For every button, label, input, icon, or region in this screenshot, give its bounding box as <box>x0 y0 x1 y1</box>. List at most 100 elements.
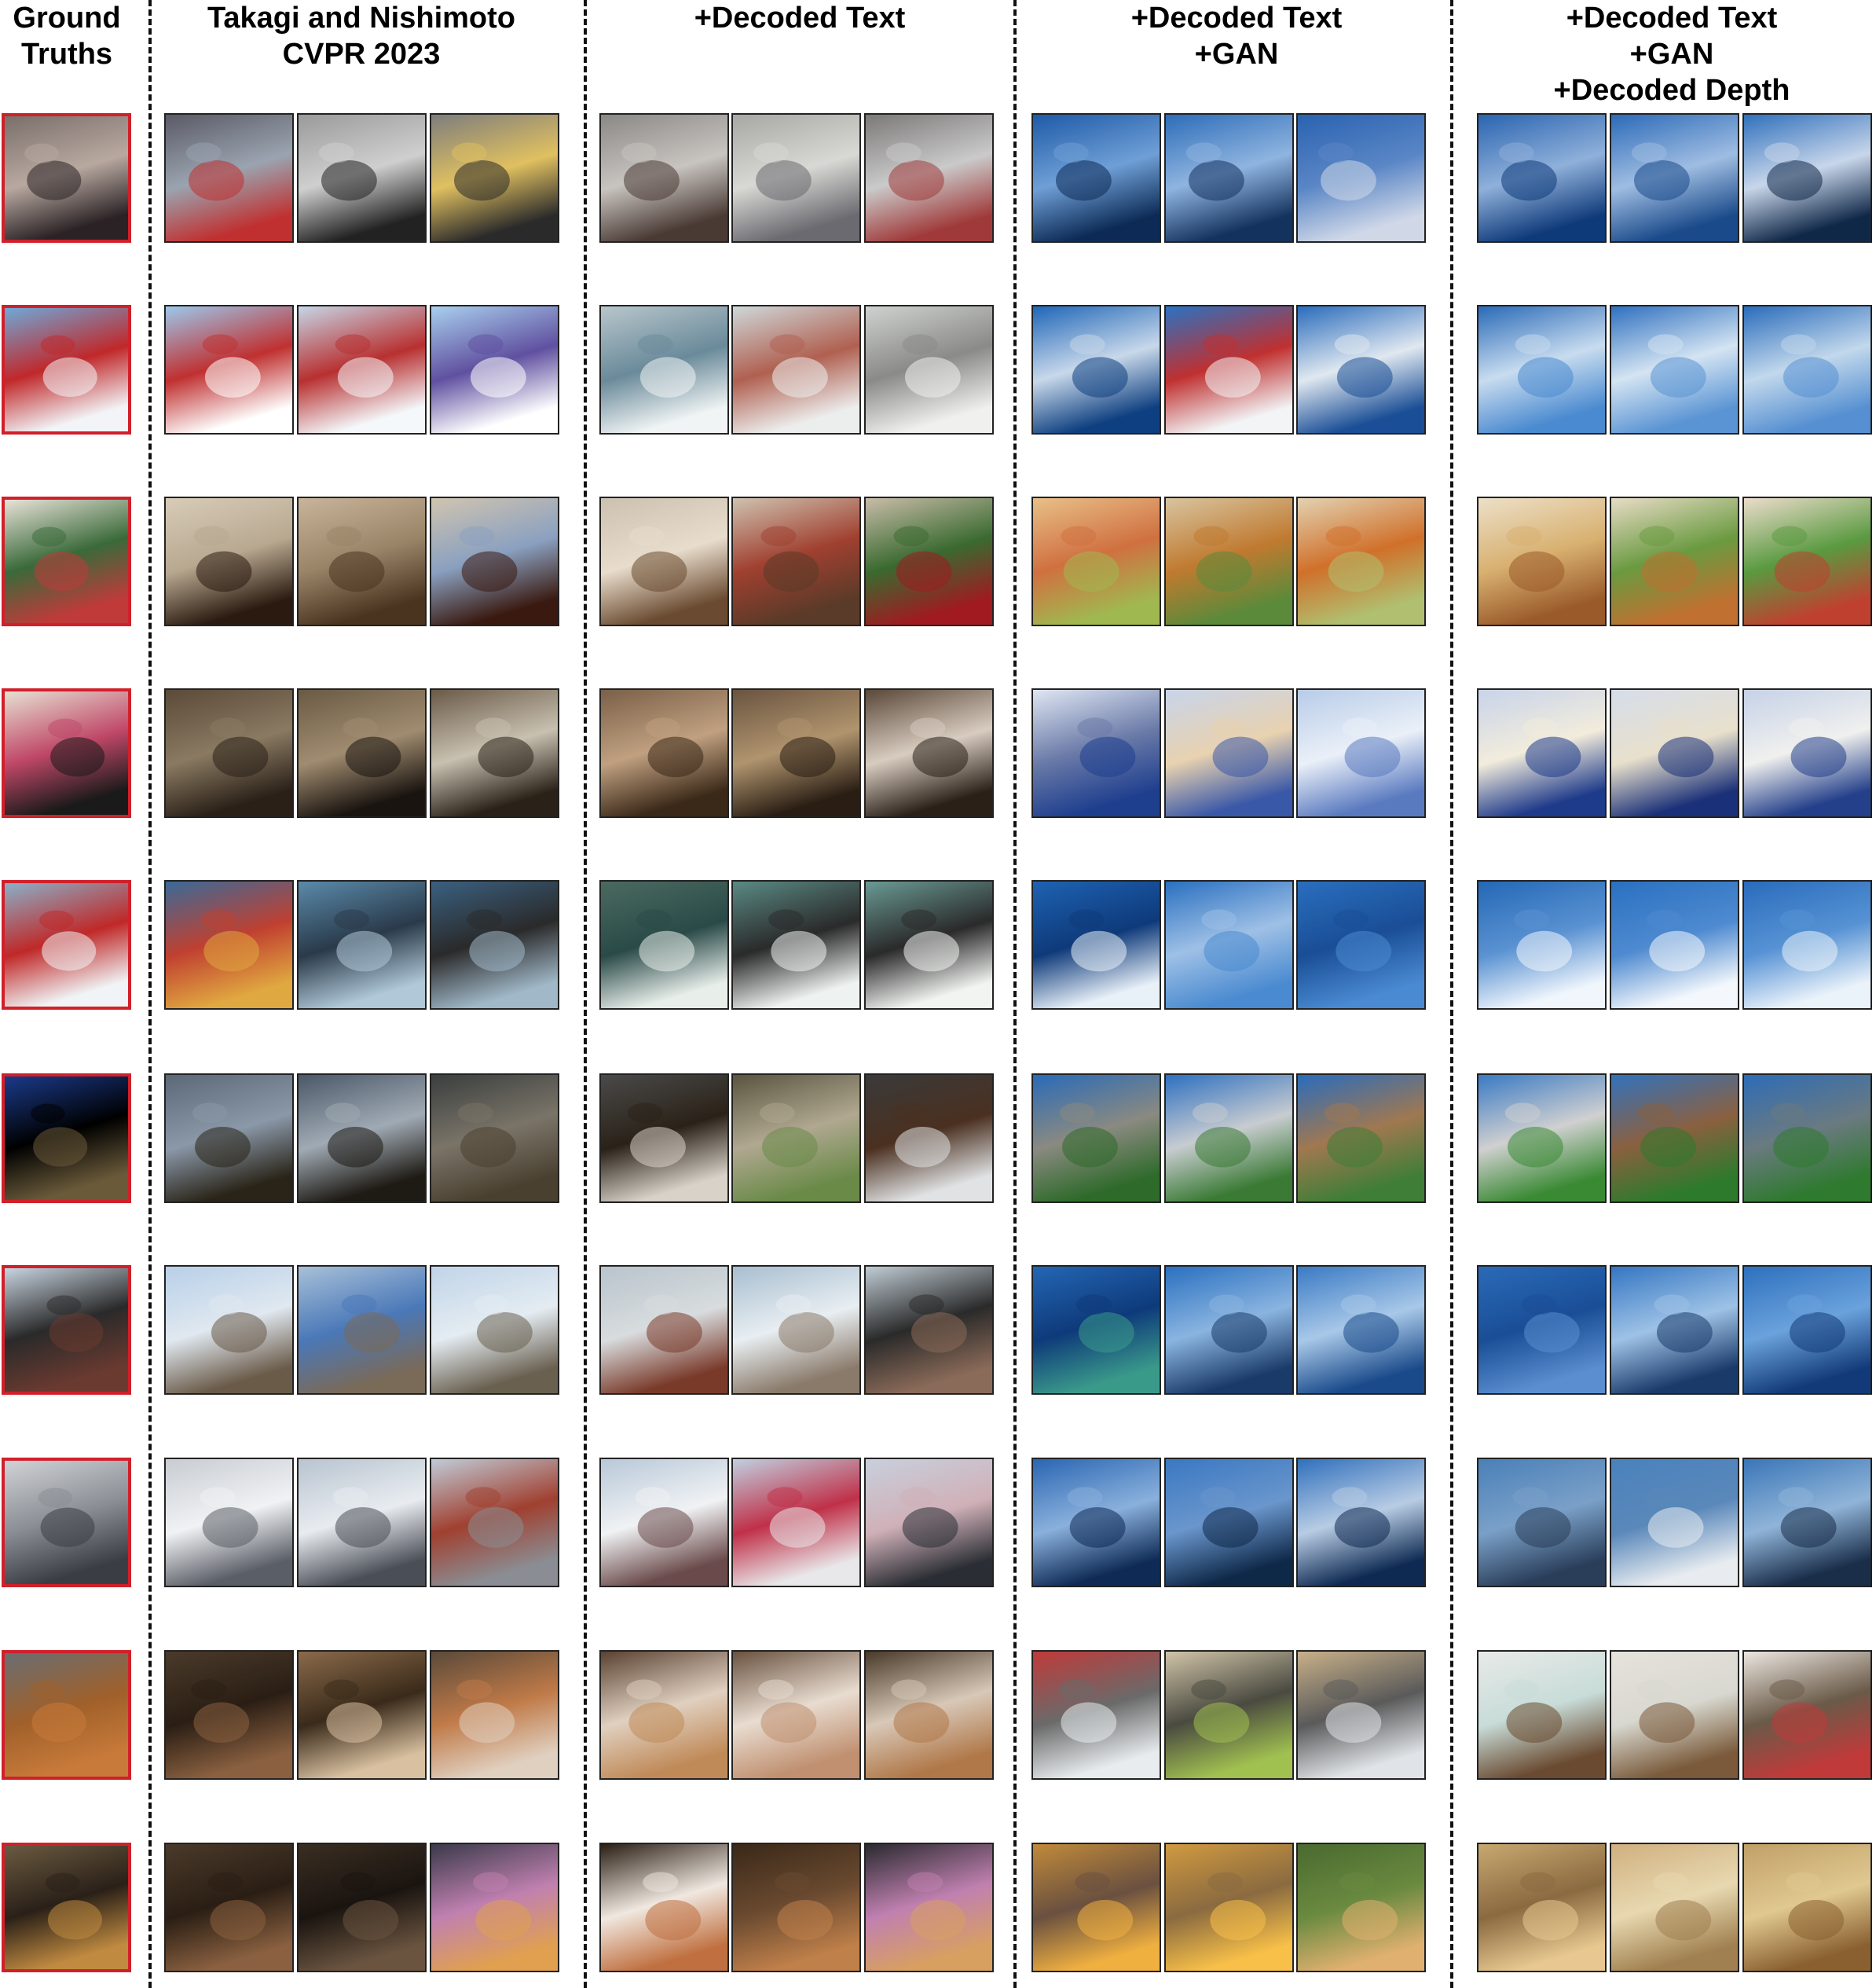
ground-truth-image <box>2 1843 131 1972</box>
reconstruction-takagi-image <box>297 113 427 243</box>
reconstruction-text-image <box>731 688 861 818</box>
reconstruction-text-image <box>731 1843 861 1972</box>
header-takagi-line2: CVPR 2023 <box>282 38 441 71</box>
reconstruction-takagi-image <box>164 1265 294 1395</box>
reconstruction-gan-image <box>1164 1265 1294 1395</box>
reconstruction-gan-image <box>1296 688 1426 818</box>
reconstruction-text-image <box>864 688 994 818</box>
reconstruction-gan-image <box>1031 1650 1161 1780</box>
reconstruction-depth-image <box>1742 1650 1872 1780</box>
reconstruction-gan-image <box>1296 1843 1426 1972</box>
ground-truth-image <box>2 1265 131 1395</box>
reconstruction-text-image <box>599 113 729 243</box>
reconstruction-takagi-image <box>430 1458 559 1587</box>
ground-truth-image <box>2 1458 131 1587</box>
reconstruction-text-image <box>599 497 729 626</box>
reconstruction-text-image <box>599 880 729 1010</box>
header-ground-truths-line2: Truths <box>20 38 113 71</box>
reconstruction-takagi-image <box>297 1650 427 1780</box>
reconstruction-gan-image <box>1031 1843 1161 1972</box>
reconstruction-takagi-image <box>297 1843 427 1972</box>
reconstruction-gan-image <box>1164 880 1294 1010</box>
reconstruction-gan-image <box>1164 1458 1294 1587</box>
reconstruction-text-image <box>599 688 729 818</box>
reconstruction-depth-image <box>1742 688 1872 818</box>
reconstruction-depth-image <box>1477 1073 1607 1203</box>
reconstruction-depth-image <box>1742 497 1872 626</box>
reconstruction-takagi-image <box>164 1073 294 1203</box>
ground-truth-image <box>2 688 131 818</box>
reconstruction-depth-image <box>1742 1073 1872 1203</box>
reconstruction-depth-image <box>1610 1650 1739 1780</box>
reconstruction-depth-image <box>1610 1843 1739 1972</box>
reconstruction-text-image <box>731 497 861 626</box>
reconstruction-gan-image <box>1031 1073 1161 1203</box>
reconstruction-takagi-image <box>297 1458 427 1587</box>
reconstruction-takagi-image <box>297 305 427 435</box>
header-ground-truths-line1: Ground <box>13 2 121 35</box>
reconstruction-depth-image <box>1610 880 1739 1010</box>
reconstruction-gan-image <box>1031 113 1161 243</box>
reconstruction-takagi-image <box>430 1650 559 1780</box>
column-divider <box>584 0 587 1988</box>
reconstruction-gan-image <box>1031 1265 1161 1395</box>
header-decoded-text-gan-depth: +Decoded Text +GAN +Decoded Depth <box>1467 0 1876 108</box>
reconstruction-takagi-image <box>297 880 427 1010</box>
reconstruction-depth-image <box>1742 305 1872 435</box>
header-decoded-text-gan-depth-line3: +Decoded Depth <box>1553 74 1790 107</box>
reconstruction-text-image <box>864 497 994 626</box>
reconstruction-text-image <box>864 1843 994 1972</box>
reconstruction-gan-image <box>1296 880 1426 1010</box>
reconstruction-gan-image <box>1164 688 1294 818</box>
reconstruction-depth-image <box>1610 113 1739 243</box>
ground-truth-image <box>2 1650 131 1780</box>
reconstruction-depth-image <box>1610 1073 1739 1203</box>
ground-truth-image <box>2 305 131 435</box>
reconstruction-takagi-image <box>297 688 427 818</box>
header-decoded-text-gan-line1: +Decoded Text <box>1130 2 1343 35</box>
column-divider <box>1450 0 1453 1988</box>
reconstruction-text-image <box>864 880 994 1010</box>
reconstruction-text-image <box>599 1265 729 1395</box>
reconstruction-gan-image <box>1031 305 1161 435</box>
reconstruction-text-image <box>599 1073 729 1203</box>
reconstruction-takagi-image <box>430 113 559 243</box>
reconstruction-depth-image <box>1742 1265 1872 1395</box>
header-decoded-text-gan-line2: +GAN <box>1194 38 1279 71</box>
reconstruction-gan-image <box>1164 1650 1294 1780</box>
comparison-figure: Ground Truths Takagi and Nishimoto CVPR … <box>0 0 1876 1988</box>
reconstruction-takagi-image <box>430 880 559 1010</box>
reconstruction-gan-image <box>1296 1458 1426 1587</box>
reconstruction-gan-image <box>1031 1458 1161 1587</box>
reconstruction-text-image <box>599 1843 729 1972</box>
reconstruction-text-image <box>731 1265 861 1395</box>
reconstruction-depth-image <box>1477 305 1607 435</box>
reconstruction-takagi-image <box>297 497 427 626</box>
reconstruction-depth-image <box>1477 1265 1607 1395</box>
reconstruction-takagi-image <box>430 1843 559 1972</box>
reconstruction-takagi-image <box>430 305 559 435</box>
reconstruction-gan-image <box>1164 113 1294 243</box>
header-decoded-text-gan: +Decoded Text +GAN <box>1024 0 1449 72</box>
reconstruction-takagi-image <box>164 880 294 1010</box>
reconstruction-gan-image <box>1296 1073 1426 1203</box>
reconstruction-gan-image <box>1164 497 1294 626</box>
reconstruction-text-image <box>599 1650 729 1780</box>
reconstruction-text-image <box>731 1650 861 1780</box>
ground-truth-image <box>2 880 131 1010</box>
reconstruction-gan-image <box>1296 1265 1426 1395</box>
reconstruction-takagi-image <box>164 1843 294 1972</box>
reconstruction-takagi-image <box>164 497 294 626</box>
reconstruction-depth-image <box>1477 1458 1607 1587</box>
reconstruction-depth-image <box>1477 688 1607 818</box>
column-divider <box>148 0 152 1988</box>
header-decoded-text-gan-depth-line1: +Decoded Text <box>1566 2 1778 35</box>
reconstruction-depth-image <box>1742 880 1872 1010</box>
reconstruction-gan-image <box>1296 113 1426 243</box>
reconstruction-takagi-image <box>297 1073 427 1203</box>
reconstruction-gan-image <box>1164 1843 1294 1972</box>
reconstruction-gan-image <box>1296 497 1426 626</box>
reconstruction-depth-image <box>1477 497 1607 626</box>
reconstruction-gan-image <box>1164 305 1294 435</box>
header-ground-truths: Ground Truths <box>0 0 134 72</box>
